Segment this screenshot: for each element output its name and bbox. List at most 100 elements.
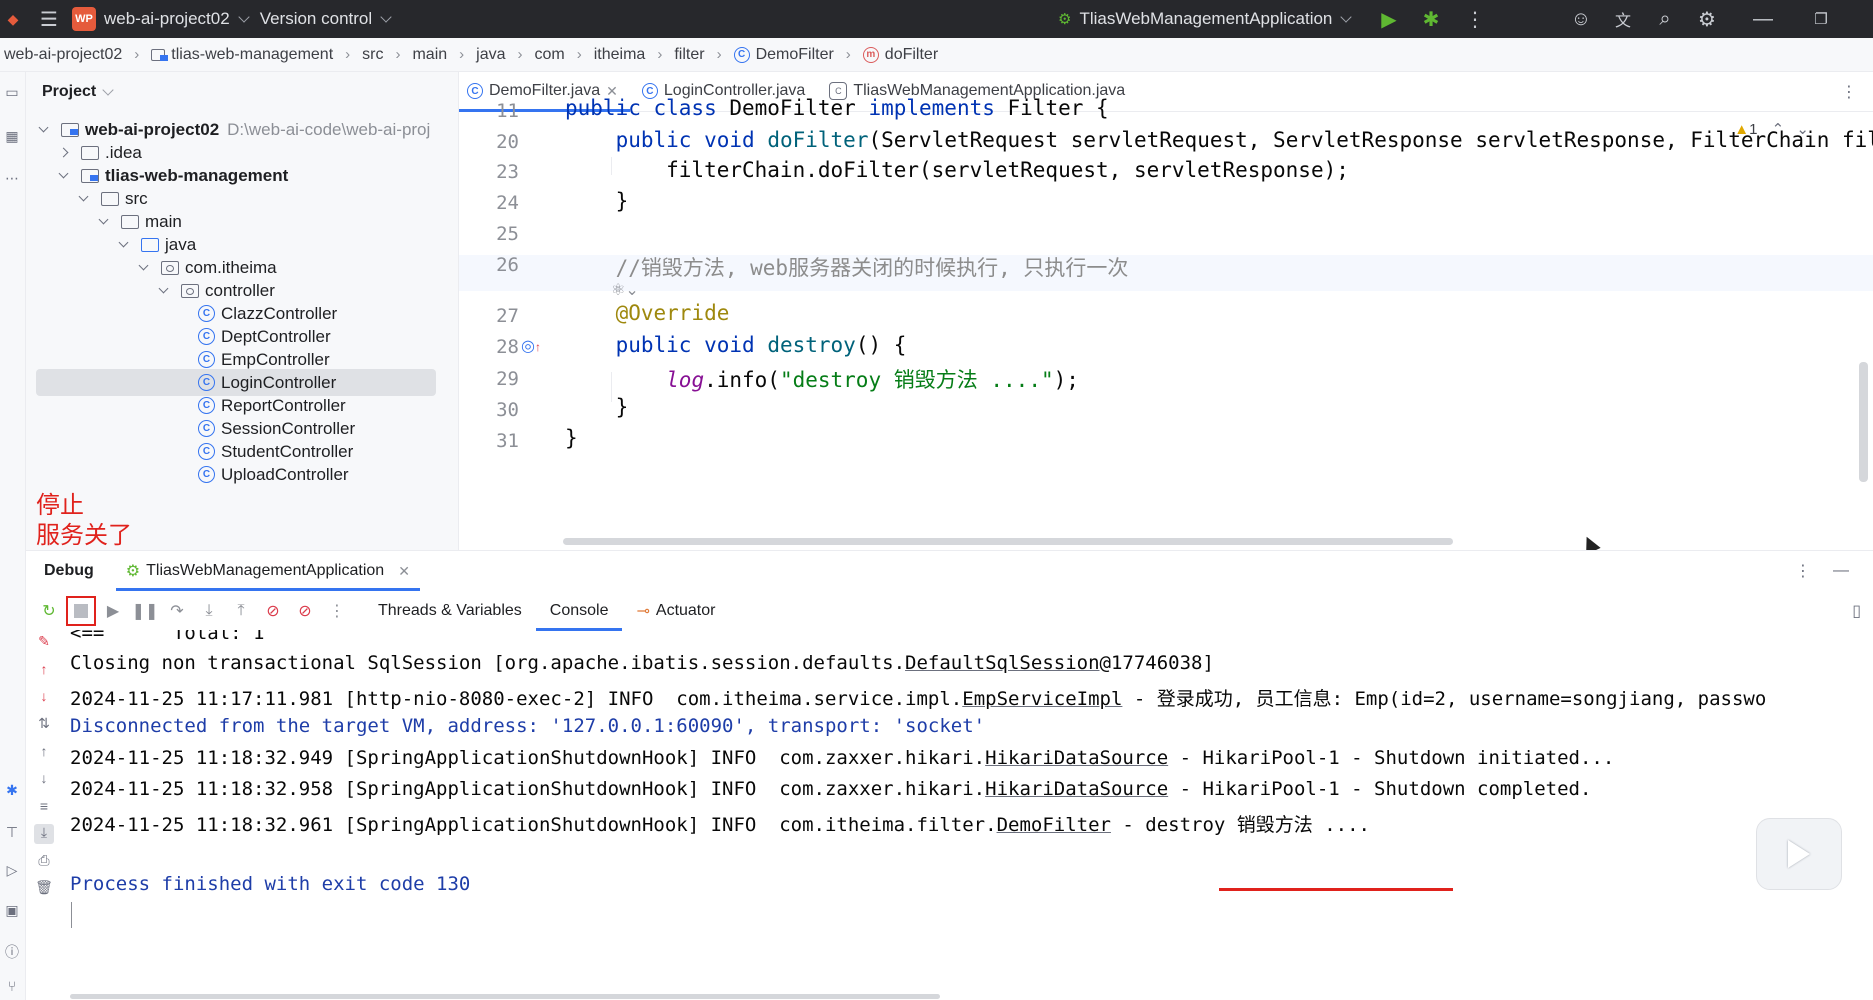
code-line[interactable]: public class DemoFilter implements Filte…	[565, 96, 1109, 120]
debug-bug-icon[interactable]: ✱	[2, 782, 22, 802]
minimize-panel-icon[interactable]: —	[1833, 562, 1849, 580]
crumb-filter[interactable]: filter	[674, 46, 704, 64]
console-output[interactable]: <== Total: 1 Closing non transactional S…	[44, 630, 1873, 1000]
crumb-label: filter	[674, 45, 705, 63]
project-panel-header[interactable]: Project	[26, 72, 458, 112]
tab-threads-variables[interactable]: Threads & Variables	[364, 591, 536, 631]
step-into-icon[interactable]: ⤓	[194, 596, 224, 626]
tabs-menu-icon[interactable]: ⋮	[1841, 82, 1857, 102]
session-label: TliasWebManagementApplication	[146, 562, 385, 579]
crumb-java[interactable]: java	[476, 46, 505, 64]
minimize-icon[interactable]: —	[1742, 0, 1784, 38]
code-line[interactable]: }	[565, 395, 629, 419]
code-line[interactable]: public void destroy() {	[565, 333, 907, 357]
search-icon[interactable]: ⌕	[1644, 0, 1686, 38]
more-options-icon[interactable]: ⋮	[1795, 561, 1811, 581]
mute-breakpoints-icon[interactable]: ⊘	[290, 596, 320, 626]
tab-actuator[interactable]: ⊸ Actuator	[622, 591, 729, 631]
project-folder-icon[interactable]: ▭	[2, 84, 22, 104]
step-out-icon[interactable]: ⤒	[226, 596, 256, 626]
pause-icon[interactable]: ❚❚	[130, 596, 160, 626]
terminal-icon[interactable]: ▣	[2, 902, 22, 922]
chevron-right-icon: ›	[845, 46, 851, 63]
line-number: 27	[496, 305, 519, 327]
settings-gear-icon[interactable]: ⚙	[1686, 0, 1728, 38]
expand-arrow-icon	[78, 191, 89, 202]
more-actions-icon[interactable]: ⋮	[1454, 0, 1496, 38]
expand-arrow-icon	[118, 237, 129, 248]
close-icon[interactable]: ✕	[398, 563, 410, 580]
chevron-down-icon	[102, 84, 114, 96]
project-switcher[interactable]: WP web-ai-project02	[72, 0, 254, 38]
tab-console[interactable]: Console	[535, 591, 623, 631]
view-breakpoints-icon[interactable]: ⊘	[258, 596, 288, 626]
crumb-itheima[interactable]: itheima	[594, 46, 646, 64]
structure-icon[interactable]: ▦	[2, 128, 22, 148]
translate-icon[interactable]: 文	[1602, 0, 1644, 38]
debug-icon[interactable]: ✱	[1410, 0, 1452, 38]
line-number: 25	[496, 223, 519, 245]
code-line[interactable]: log.info("destroy 销毁方法 ....");	[565, 364, 1079, 394]
tree-label: main	[145, 211, 182, 231]
code-line[interactable]: //销毁方法, web服务器关闭的时候执行, 只执行一次	[565, 252, 1129, 282]
restore-icon[interactable]: ❐	[1800, 0, 1842, 38]
more-tools-icon[interactable]: ⋯	[2, 170, 22, 190]
more-icon[interactable]: ⋮	[322, 596, 352, 626]
folder-icon	[121, 214, 139, 229]
add-user-icon[interactable]: ☺	[1560, 0, 1602, 38]
console-line: 2024-11-25 11:17:11.981 [http-nio-8080-e…	[70, 688, 1767, 710]
console-hscroll[interactable]	[70, 994, 940, 999]
line-number: 30	[496, 399, 519, 421]
crumb-main[interactable]: main	[412, 46, 447, 64]
expand-arrow-icon	[98, 214, 109, 225]
run-icon[interactable]: ▶	[1368, 0, 1410, 38]
tree-label: UploadController	[221, 464, 349, 484]
crumb-method[interactable]: m doFilter	[862, 46, 938, 64]
resume-icon[interactable]: ▶	[98, 596, 128, 626]
editor-horizontal-scrollbar[interactable]	[563, 538, 1453, 545]
annotation-line: 服务关了	[36, 521, 132, 549]
override-gutter-icon[interactable]: ◎↑	[521, 336, 541, 356]
crumb-com[interactable]: com	[535, 46, 565, 64]
code-line[interactable]: public void doFilter(ServletRequest serv…	[565, 128, 1873, 152]
ide-logo-icon[interactable]: ◆	[0, 0, 26, 38]
problems-icon[interactable]: ⓘ	[2, 942, 22, 962]
vcs-menu[interactable]: Version control	[260, 0, 396, 38]
git-icon[interactable]: ⑂	[2, 978, 22, 998]
crumb-src[interactable]: src	[362, 46, 383, 64]
spring-boot-icon: ⚙	[125, 563, 141, 580]
crumb-project[interactable]: web-ai-project02	[4, 46, 122, 64]
layout-icon[interactable]: ▯	[1852, 601, 1861, 621]
inlay-hint-icon[interactable]: ⚛⌄	[611, 280, 639, 300]
console-line: 2024-11-25 11:18:32.961 [SpringApplicati…	[70, 814, 1370, 836]
text-cursor	[71, 902, 72, 928]
step-over-icon[interactable]: ↷	[162, 596, 192, 626]
chevron-right-icon: ›	[716, 46, 722, 63]
editor-vertical-scrollbar[interactable]	[1859, 362, 1868, 482]
tree-label: SessionController	[221, 418, 356, 438]
video-play-overlay[interactable]	[1756, 818, 1842, 890]
console-line: <== Total: 1	[70, 630, 265, 644]
rerun-icon[interactable]: ↻	[34, 596, 64, 626]
code-line[interactable]: @Override	[565, 301, 730, 325]
code-line[interactable]: }	[565, 426, 578, 450]
class-icon: C	[198, 328, 215, 345]
crumb-module[interactable]: tlias-web-management	[151, 46, 333, 64]
crumb-class[interactable]: C DemoFilter	[733, 46, 834, 64]
class-icon: C	[198, 420, 215, 437]
code-line[interactable]: filterChain.doFilter(servletRequest, ser…	[565, 158, 1349, 182]
stop-button[interactable]	[66, 596, 96, 626]
code-line[interactable]: }	[565, 189, 629, 213]
debug-session-tab[interactable]: ⚙ TliasWebManagementApplication ✕	[115, 551, 421, 591]
console-line: Closing non transactional SqlSession [or…	[70, 652, 1214, 674]
main-menu-icon[interactable]: ☰	[26, 0, 72, 38]
tree-class-upload[interactable]: C UploadController	[198, 461, 349, 488]
debug-header: Debug ⚙ TliasWebManagementApplication ✕ …	[26, 551, 1873, 591]
debug-toolbar: ↻ ▶ ❚❚ ↷ ⤓ ⤒ ⊘ ⊘ ⋮ Threads & Variables C…	[26, 591, 1873, 631]
run-config-selector[interactable]: ⚙ TliasWebManagementApplication	[1058, 0, 1356, 38]
build-icon[interactable]: ⊤	[2, 824, 22, 844]
services-icon[interactable]: ▷	[2, 862, 22, 882]
subtab-label: Console	[549, 602, 609, 619]
tree-label: controller	[205, 280, 275, 300]
chevron-down-icon	[380, 11, 392, 23]
